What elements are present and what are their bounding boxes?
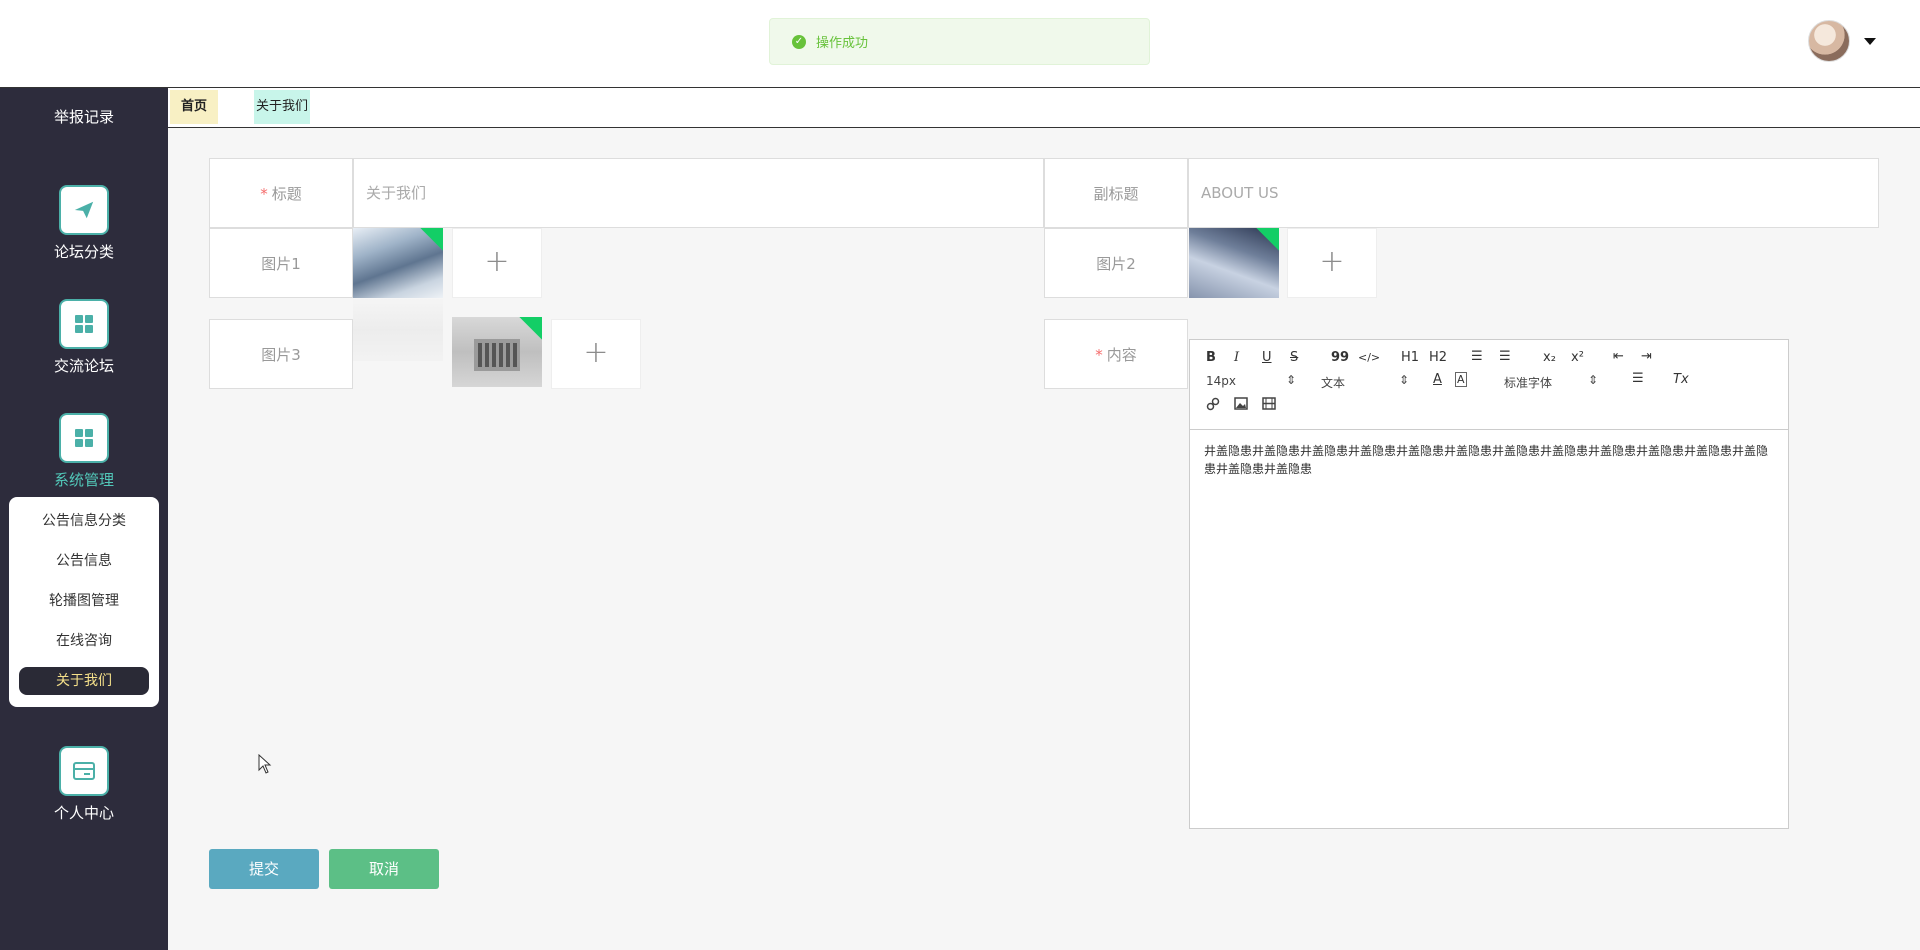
sidebar-item-label: 交流论坛 — [53, 357, 114, 375]
image1-upload-button[interactable]: + — [452, 228, 542, 298]
h2-button[interactable]: H2 — [1429, 350, 1447, 365]
superscript-button[interactable]: x² — [1571, 350, 1584, 365]
subscript-button[interactable]: x₂ — [1543, 350, 1556, 365]
image2-upload-button[interactable]: + — [1287, 228, 1377, 298]
ordered-list-icon[interactable]: ☰ — [1471, 349, 1483, 364]
image-icon[interactable] — [1234, 397, 1248, 414]
italic-button[interactable]: I — [1234, 350, 1239, 365]
bullet-list-icon[interactable]: ☰ — [1499, 349, 1511, 364]
link-icon[interactable] — [1206, 397, 1220, 415]
editor-toolbar: B I U S 99 </> H1 H2 ☰ ☰ x₂ x² ⇤ ⇥ 14px … — [1190, 340, 1788, 430]
top-bar: ✓ 操作成功 — [0, 0, 1920, 88]
submenu-item-notice-category[interactable]: 公告信息分类 — [9, 507, 159, 535]
image1-label: 图片1 — [209, 228, 353, 298]
indent-icon[interactable]: ⇥ — [1641, 349, 1652, 364]
video-icon[interactable] — [1262, 397, 1276, 414]
avatar[interactable] — [1808, 20, 1850, 62]
image3-drag-ghost — [353, 299, 443, 361]
title-label: * 标题 — [209, 158, 353, 228]
submenu-item-consult[interactable]: 在线咨询 — [9, 627, 159, 655]
image3-upload-button[interactable]: + — [551, 319, 641, 389]
background-color-icon[interactable]: A — [1455, 372, 1467, 387]
cancel-button[interactable]: 取消 — [329, 849, 439, 889]
sidebar: 举报记录 论坛分类 交流论坛 系统管理 公告信息分类 公告信息 轮播图管理 在线… — [0, 88, 168, 950]
image2-thumbnail[interactable] — [1189, 228, 1279, 298]
sidebar-item-forum[interactable]: 交流论坛 — [0, 299, 168, 376]
select-arrows-icon: ⇕ — [1588, 373, 1599, 387]
tab-about-us[interactable]: 关于我们 — [254, 90, 311, 124]
clear-format-button[interactable]: Tx — [1673, 372, 1689, 387]
code-button[interactable]: </> — [1358, 351, 1380, 364]
sidebar-item-label: 举报记录 — [53, 108, 114, 126]
image3-thumbnail[interactable] — [452, 317, 542, 387]
sidebar-item-forum-category[interactable]: 论坛分类 — [0, 185, 168, 262]
submenu-item-about-us[interactable]: 关于我们 — [19, 667, 149, 695]
h1-button[interactable]: H1 — [1401, 350, 1419, 365]
system-submenu: 公告信息分类 公告信息 轮播图管理 在线咨询 关于我们 — [9, 497, 159, 707]
submenu-item-notice[interactable]: 公告信息 — [9, 547, 159, 575]
caret-down-icon[interactable] — [1864, 38, 1876, 45]
submit-button[interactable]: 提交 — [209, 849, 319, 889]
toast-message: 操作成功 — [816, 36, 869, 51]
uploaded-check-icon — [420, 228, 443, 251]
grid-icon — [59, 413, 109, 463]
editor-content[interactable]: 井盖隐患井盖隐患井盖隐患井盖隐患井盖隐患井盖隐患井盖隐患井盖隐患井盖隐患井盖隐患… — [1190, 430, 1788, 490]
card-icon — [59, 746, 109, 796]
tab-home[interactable]: 首页 — [170, 90, 219, 124]
quote-button[interactable]: 99 — [1331, 350, 1349, 365]
content-label: * 内容 — [1044, 319, 1188, 389]
sidebar-item-label: 个人中心 — [53, 804, 114, 822]
sidebar-item-system[interactable]: 系统管理 — [0, 413, 168, 490]
select-arrows-icon: ⇕ — [1286, 373, 1297, 387]
font-color-button[interactable]: A — [1433, 372, 1442, 387]
image3-label: 图片3 — [209, 319, 353, 389]
underline-button[interactable]: U — [1262, 350, 1272, 365]
outdent-icon[interactable]: ⇤ — [1613, 349, 1624, 364]
subtitle-input[interactable]: ABOUT US — [1188, 158, 1879, 228]
uploaded-check-icon — [1256, 228, 1279, 251]
sidebar-item-label: 系统管理 — [53, 471, 114, 489]
align-icon[interactable]: ☰ — [1632, 371, 1644, 386]
mouse-cursor-icon — [258, 754, 272, 774]
grid-icon — [59, 299, 109, 349]
content-editor[interactable]: B I U S 99 </> H1 H2 ☰ ☰ x₂ x² ⇤ ⇥ 14px … — [1189, 339, 1789, 829]
image2-label: 图片2 — [1044, 228, 1188, 298]
success-toast: ✓ 操作成功 — [769, 18, 1150, 65]
title-input[interactable]: 关于我们 — [353, 158, 1044, 228]
font-family-select[interactable]: 标准字体 — [1504, 374, 1552, 391]
text-style-select[interactable]: 文本 — [1321, 374, 1345, 391]
select-arrows-icon: ⇕ — [1399, 373, 1410, 387]
font-size-select[interactable]: 14px — [1206, 374, 1236, 388]
manhole-grate-image — [474, 339, 520, 371]
strike-button[interactable]: S — [1290, 350, 1298, 365]
sidebar-item-profile[interactable]: 个人中心 — [0, 746, 168, 823]
bold-button[interactable]: B — [1206, 350, 1216, 365]
image1-thumbnail[interactable] — [353, 228, 443, 298]
sidebar-item-label: 论坛分类 — [53, 243, 114, 261]
tab-bar: 首页 关于我们 — [168, 88, 1920, 128]
submenu-item-carousel[interactable]: 轮播图管理 — [9, 587, 159, 615]
check-circle-icon: ✓ — [792, 34, 806, 49]
send-icon — [59, 185, 109, 235]
subtitle-label: 副标题 — [1044, 158, 1188, 228]
sidebar-item-report-records[interactable]: 举报记录 — [0, 106, 168, 127]
